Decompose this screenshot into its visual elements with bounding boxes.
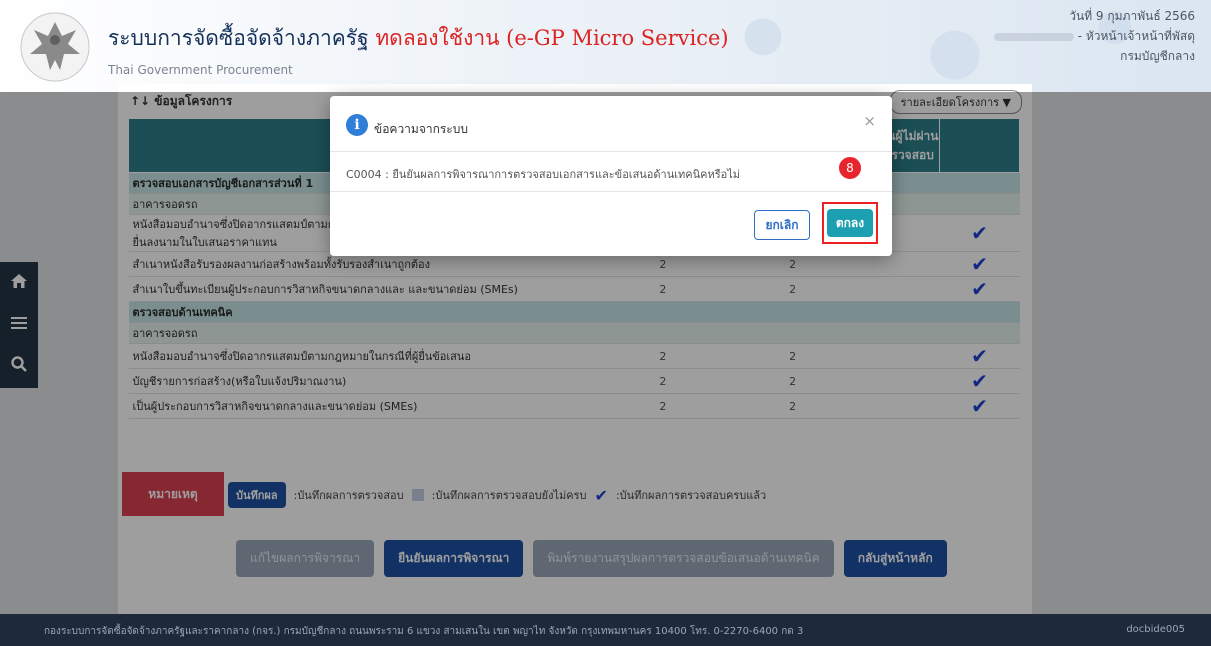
system-subtitle: Thai Government Procurement: [108, 63, 293, 77]
trial-label: ทดลองใช้งาน (e-GP Micro Service): [375, 26, 729, 50]
cancel-button[interactable]: ยกเลิก: [754, 210, 810, 240]
ok-highlight-frame: ตกลง: [822, 202, 878, 244]
footer: กองระบบการจัดซื้อจัดจ้างภาครัฐและราคากลา…: [0, 614, 1211, 646]
dialog-title: ข้อความจากระบบ: [374, 122, 468, 136]
system-title-text: ระบบการจัดซื้อจัดจ้างภาครัฐ: [108, 26, 369, 50]
close-icon[interactable]: ×: [863, 112, 876, 130]
user-department: กรมบัญชีกลาง: [1120, 49, 1195, 63]
footer-address: กองระบบการจัดซื้อจัดจ้างภาครัฐและราคากลา…: [44, 626, 804, 637]
app-header: ระบบการจัดซื้อจัดจ้างภาครัฐ ทดลองใช้งาน …: [0, 0, 1211, 92]
user-role-line: - หัวหน้าเจ้าหน้าที่พัสดุ: [993, 26, 1195, 46]
step-number-badge: 8: [838, 156, 862, 180]
current-date: วันที่ 9 กุมภาพันธ์ 2566: [1069, 9, 1195, 23]
dialog-message: C0004 : ยืนยันผลการพิจารณาการตรวจสอบเอกส…: [346, 168, 741, 181]
dialog-body: C0004 : ยืนยันผลการพิจารณาการตรวจสอบเอกส…: [330, 152, 892, 192]
user-role: - หัวหน้าเจ้าหน้าที่พัสดุ: [1077, 29, 1195, 43]
system-message-dialog: i ข้อความจากระบบ × C0004 : ยืนยันผลการพิ…: [330, 96, 892, 256]
system-title: ระบบการจัดซื้อจัดจ้างภาครัฐ ทดลองใช้งาน …: [108, 22, 729, 55]
dialog-header: i ข้อความจากระบบ ×: [330, 96, 892, 152]
garuda-logo: [20, 12, 90, 82]
ok-button[interactable]: ตกลง: [827, 209, 873, 237]
server-code: docbide005: [1126, 624, 1185, 635]
info-icon: i: [346, 114, 368, 136]
user-info: วันที่ 9 กุมภาพันธ์ 2566 - หัวหน้าเจ้าหน…: [993, 6, 1195, 66]
blurred-user-name: [993, 32, 1074, 41]
